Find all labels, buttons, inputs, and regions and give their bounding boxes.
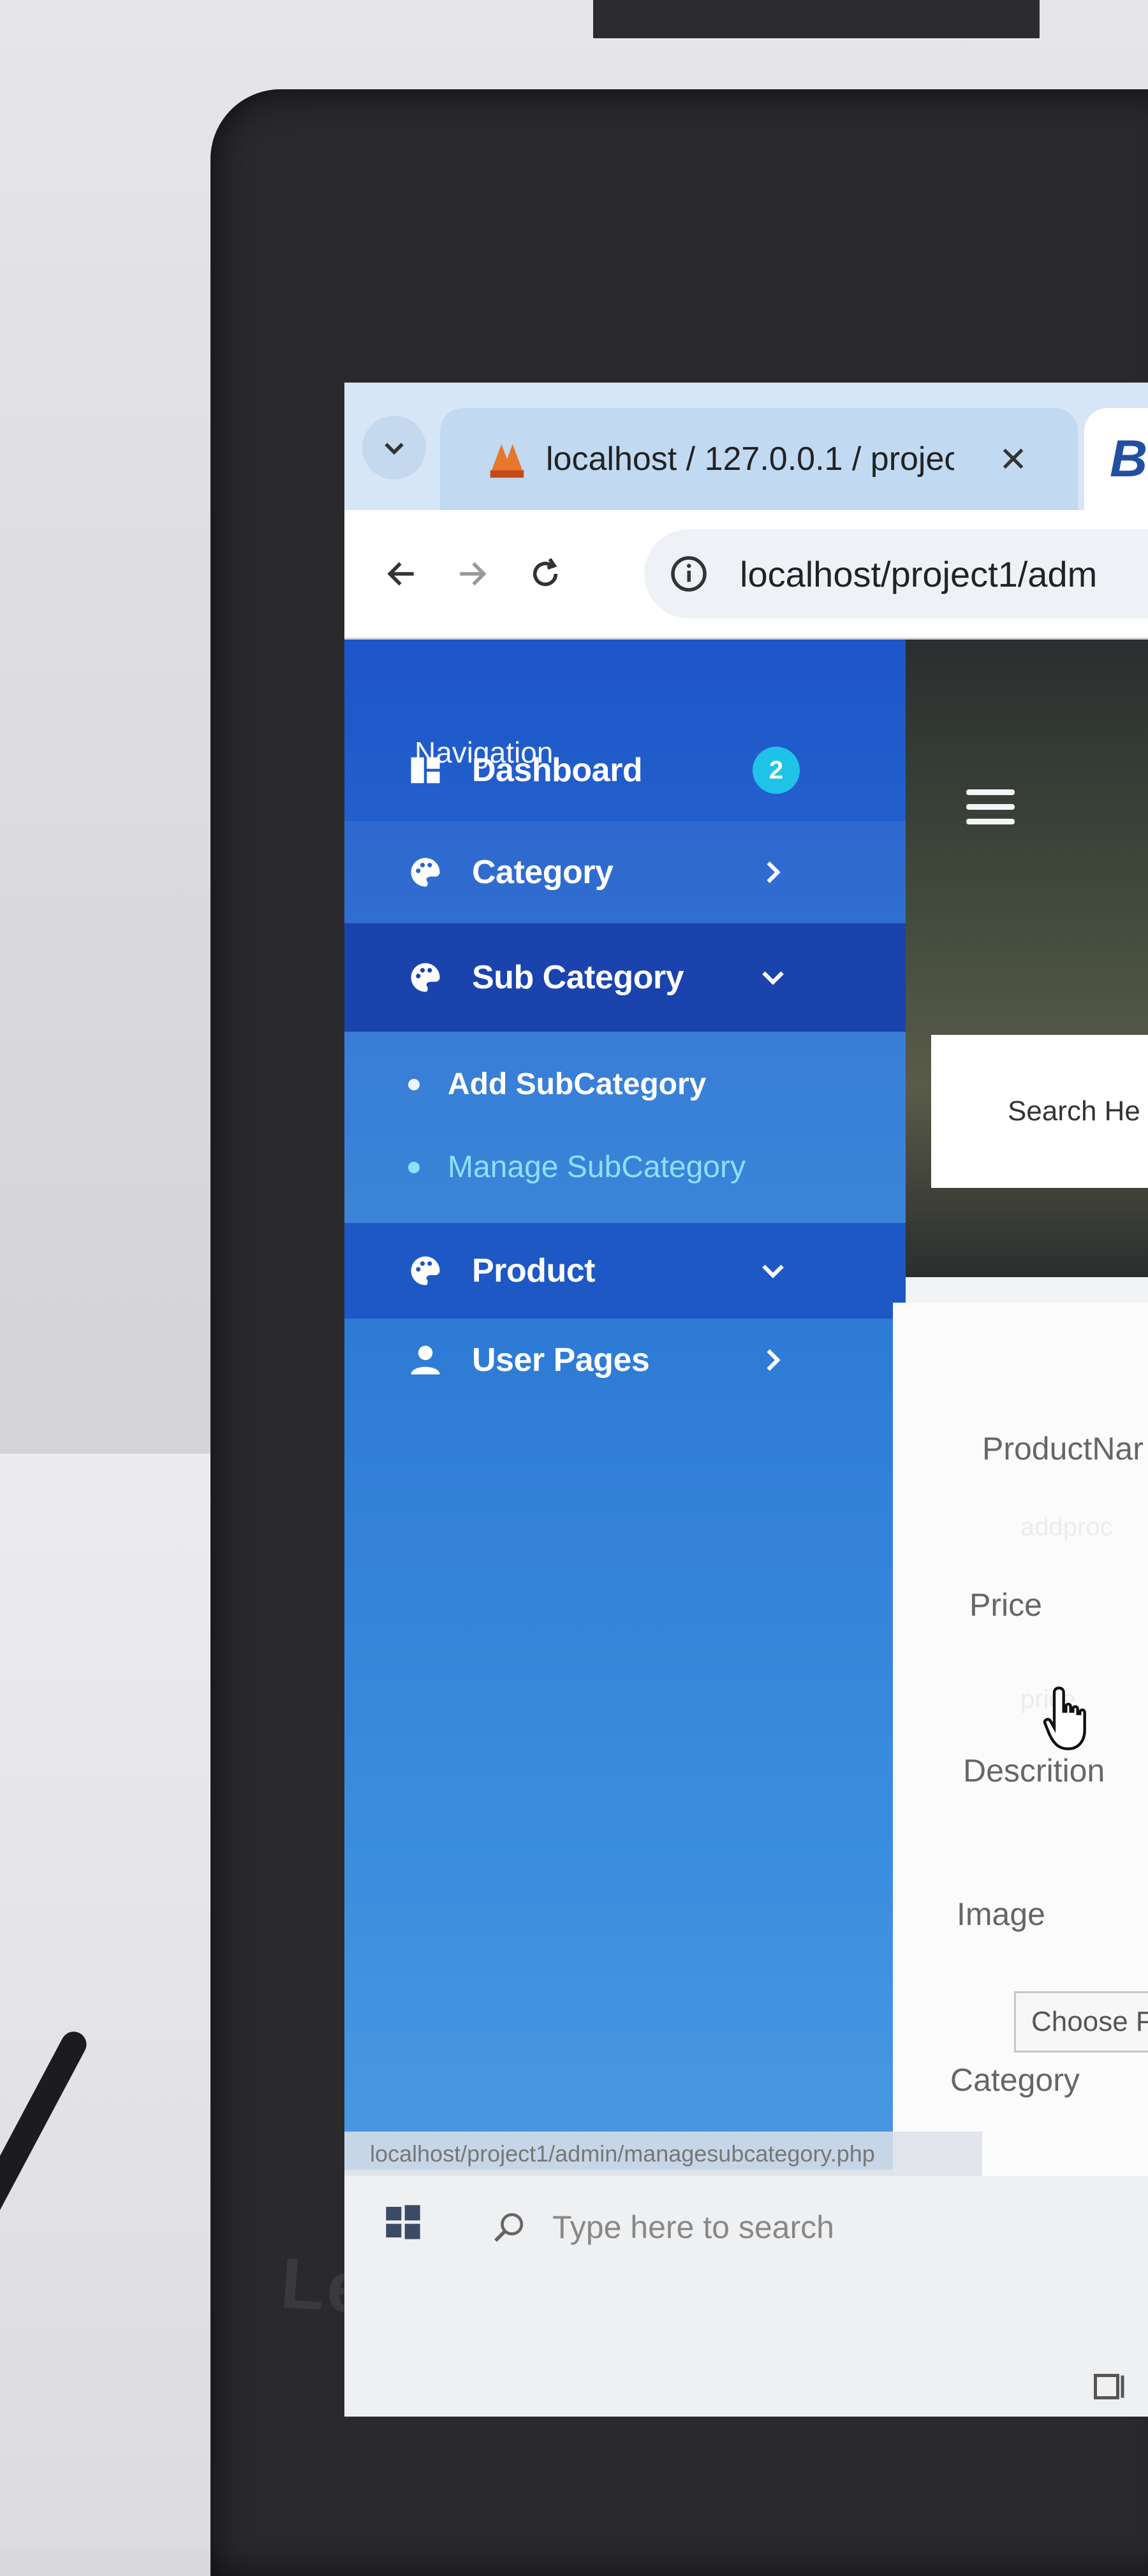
tab-search-button[interactable]: [362, 416, 426, 479]
search-icon: [494, 2213, 524, 2242]
field-label-price: Price: [969, 1587, 1042, 1623]
field-label-category: Category: [950, 2062, 1080, 2098]
chevron-down-icon: [762, 1264, 784, 1278]
chevron-right-icon: [767, 861, 781, 883]
sidebar-item-category[interactable]: Category: [344, 821, 906, 923]
productname-input[interactable]: addproc: [1020, 1513, 1113, 1542]
search-input[interactable]: Search He: [931, 1035, 1148, 1188]
tab-close-button[interactable]: ✕: [999, 439, 1027, 479]
chevron-right-icon: [767, 1349, 781, 1371]
reload-button[interactable]: [520, 548, 571, 599]
address-bar[interactable]: localhost/project1/adm: [644, 529, 1148, 618]
tab-next[interactable]: B: [1084, 408, 1148, 510]
subcategory-submenu: Add SubCategory Manage SubCategory: [344, 1032, 906, 1223]
arrow-right-icon: [460, 562, 487, 586]
menu-toggle-button[interactable]: [966, 789, 1015, 825]
submenu-item-label: Add SubCategory: [448, 1067, 707, 1101]
arrow-left-icon: [387, 562, 414, 586]
taskbar-search-placeholder: Type here to search: [552, 2209, 834, 2245]
back-button[interactable]: [376, 548, 427, 599]
sidebar-item-label: Category: [472, 854, 614, 891]
user-icon: [411, 1345, 440, 1375]
web-page: Navigation Dashboard 2 Category Sub Cate…: [344, 640, 1148, 2417]
sidebar-item-label: User Pages: [472, 1342, 650, 1379]
chevron-down-icon: [762, 971, 784, 985]
submenu-item-add-subcategory[interactable]: Add SubCategory: [408, 1067, 706, 1102]
sidebar-item-label: Product: [472, 1252, 595, 1289]
choose-file-button[interactable]: Choose File: [1014, 1991, 1148, 2053]
phpmyadmin-icon: [490, 444, 524, 478]
sidebar-item-subcategory[interactable]: Sub Category: [344, 923, 906, 1032]
dashboard-icon: [411, 757, 440, 784]
info-icon[interactable]: [670, 555, 708, 593]
field-label-image: Image: [957, 1896, 1045, 1932]
sidebar-item-label: Dashboard: [472, 752, 643, 789]
palette-icon: [411, 963, 440, 992]
forward-button[interactable]: [446, 548, 497, 599]
hamburger-line: [966, 819, 1015, 824]
palette-icon: [411, 858, 440, 887]
notification-badge: 2: [753, 747, 800, 794]
task-view-icon[interactable]: [1091, 2367, 1129, 2406]
bullet-icon: [408, 1078, 420, 1090]
palette-icon: [411, 1256, 440, 1285]
hamburger-line: [966, 789, 1015, 795]
windows-start-icon[interactable]: [383, 2202, 423, 2243]
status-bar-url: localhost/project1/admin/managesubcatego…: [344, 2132, 982, 2176]
chevron-down-icon: [385, 443, 404, 455]
tab-phpmyadmin[interactable]: localhost / 127.0.0.1 / projec ✕: [440, 408, 1078, 510]
background-object: [593, 0, 1040, 38]
hamburger-line: [966, 804, 1015, 810]
tab-title: localhost / 127.0.0.1 / projec: [546, 441, 954, 478]
bootstrap-icon: B: [1110, 430, 1148, 488]
submenu-item-label: Manage SubCategory: [448, 1150, 746, 1184]
sidebar-item-label: Sub Category: [472, 959, 684, 996]
hand-cursor-icon: [1043, 1687, 1086, 1750]
sidebar-item-dashboard[interactable]: Dashboard 2: [344, 719, 906, 821]
taskbar-search-box[interactable]: Type here to search: [472, 2195, 1020, 2259]
browser-toolbar: localhost/project1/adm: [344, 510, 1148, 640]
search-placeholder: Search He: [1008, 1095, 1140, 1127]
sidebar-item-user-pages[interactable]: User Pages: [344, 1319, 906, 1401]
laptop-screen: localhost / 127.0.0.1 / projec ✕ B local…: [344, 383, 1148, 2417]
tab-strip: localhost / 127.0.0.1 / projec ✕ B: [344, 383, 1148, 510]
url-text: localhost/project1/adm: [740, 553, 1098, 594]
header-banner: Search He: [906, 640, 1148, 1277]
sidebar: Navigation Dashboard 2 Category Sub Cate…: [344, 640, 906, 2170]
windows-taskbar: Type here to search: [344, 2176, 1148, 2417]
submenu-item-manage-subcategory[interactable]: Manage SubCategory: [408, 1150, 746, 1185]
field-label-productname: ProductNar: [982, 1431, 1144, 1467]
bullet-icon: [408, 1161, 420, 1173]
reload-icon: [533, 558, 558, 587]
field-label-description: Descrition: [963, 1753, 1105, 1789]
sidebar-item-product[interactable]: Product: [344, 1223, 906, 1319]
